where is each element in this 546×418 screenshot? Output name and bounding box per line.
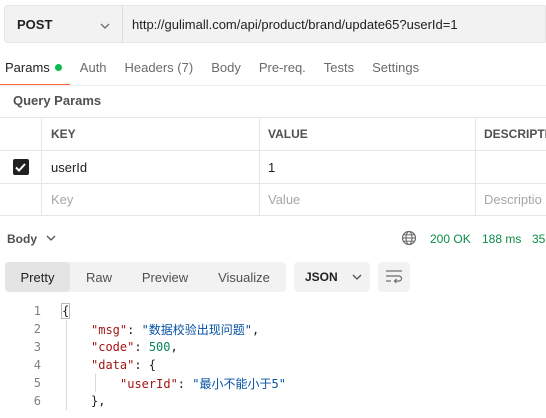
status-code[interactable]: 200 OK [430, 232, 471, 246]
column-header-description: DESCRIPTI [484, 127, 546, 141]
code-text: "msg": "数据校验出现问题", [91, 321, 259, 338]
code-token: "msg" [91, 322, 128, 337]
new-value-input[interactable]: Value [260, 184, 476, 215]
request-bar: POST http://gulimall.com/api/product/bra… [4, 5, 546, 43]
query-params-title: Query Params [13, 93, 102, 108]
query-params-table: KEY VALUE DESCRIPTI userId 1 Key Value D… [0, 117, 546, 216]
code-line: 2 "msg": "数据校验出现问题", [0, 320, 546, 338]
indent-guide [66, 320, 67, 410]
code-token: , [252, 322, 260, 337]
view-raw-button[interactable]: Raw [70, 262, 128, 292]
param-value-text: 1 [268, 159, 276, 175]
column-header-key: KEY [42, 118, 260, 150]
code-token: "userId" [120, 376, 178, 391]
tab-params[interactable]: Params [0, 52, 70, 86]
code-text: }, [91, 394, 105, 408]
column-header-value: VALUE [260, 118, 476, 150]
table-header-row: KEY VALUE DESCRIPTI [0, 117, 546, 150]
code-text: "userId": "最小不能小于5" [120, 375, 286, 392]
tab-tests[interactable]: Tests [318, 52, 360, 86]
param-key-field[interactable]: userId [42, 151, 260, 183]
param-description-field[interactable] [476, 151, 546, 183]
code-line: 3 "code": 500, [0, 338, 546, 356]
response-time[interactable]: 188 ms [482, 232, 521, 246]
url-input[interactable]: http://gulimall.com/api/product/brand/up… [122, 5, 546, 43]
chevron-down-icon [352, 271, 362, 283]
tab-body[interactable]: Body [205, 52, 247, 86]
tab-settings[interactable]: Settings [366, 52, 425, 86]
table-row: userId 1 [0, 150, 546, 183]
method-label: POST [17, 16, 53, 32]
view-preview-button[interactable]: Preview [128, 262, 202, 292]
method-select[interactable]: POST [4, 5, 122, 43]
code-text: { [60, 303, 71, 319]
view-visualize-button[interactable]: Visualize [202, 262, 286, 292]
code-token: }, [91, 394, 106, 408]
code-token: : { [134, 358, 157, 372]
response-code-viewer[interactable]: 1{2 "msg": "数据校验出现问题", 3 "code": 500, 4 "data… [0, 302, 546, 410]
globe-icon[interactable] [401, 230, 417, 249]
line-number: 2 [33, 322, 41, 336]
code-text: "code": 500, [91, 340, 178, 354]
request-tabs: Params Auth Headers (7) Body Pre-req. Te… [0, 52, 431, 86]
indent-guide [95, 374, 96, 392]
tab-pre-request[interactable]: Pre-req. [253, 52, 312, 86]
param-value-field[interactable]: 1 [260, 151, 476, 183]
tab-auth-label: Auth [79, 60, 107, 75]
code-token: "data" [91, 358, 135, 372]
param-key-text: userId [51, 159, 88, 175]
table-row-empty: Key Value Descriptio [0, 183, 546, 216]
tab-auth[interactable]: Auth [74, 52, 113, 86]
checkbox-checked-icon[interactable] [12, 159, 29, 175]
wrap-lines-button[interactable] [378, 262, 410, 292]
tab-headers-label: Headers (7) [124, 60, 194, 75]
line-number: 5 [33, 376, 41, 390]
tab-tests-label: Tests [323, 60, 355, 75]
line-number: 4 [33, 358, 41, 372]
url-text: http://gulimall.com/api/product/brand/up… [132, 16, 458, 32]
response-bar: Body 200 OK 188 ms 35 [0, 226, 546, 252]
tab-pre-request-label: Pre-req. [258, 60, 306, 75]
new-description-input[interactable]: Descriptio [476, 184, 546, 215]
header-checkbox-cell [0, 118, 42, 150]
tab-params-label: Params [5, 60, 50, 75]
line-number: 3 [33, 340, 41, 354]
new-key-input[interactable]: Key [42, 184, 260, 215]
format-label: JSON [305, 270, 338, 284]
code-token: : [134, 340, 149, 354]
tab-settings-label: Settings [372, 60, 420, 75]
code-text: "data": { [91, 358, 156, 372]
line-number: 1 [33, 304, 41, 318]
empty-checkbox-cell [0, 184, 42, 215]
format-select[interactable]: JSON [294, 262, 370, 292]
code-token: "code" [91, 340, 135, 354]
code-token: : [177, 376, 193, 391]
code-line: 5 "userId": "最小不能小于5" [0, 374, 546, 392]
code-token: : [127, 322, 142, 337]
code-token: 500 [148, 340, 171, 354]
wrap-lines-icon [385, 269, 403, 286]
view-pretty-button[interactable]: Pretty [5, 262, 70, 292]
tab-headers[interactable]: Headers (7) [119, 52, 200, 86]
code-line: 4 "data": { [0, 356, 546, 374]
code-line: 1{ [0, 302, 546, 320]
tabs-divider [0, 85, 546, 86]
code-token: { [60, 303, 71, 319]
response-body-label[interactable]: Body [7, 232, 37, 246]
view-mode-group: Pretty Raw Preview Visualize [5, 262, 286, 292]
chevron-down-icon[interactable] [46, 232, 56, 244]
code-token: "最小不能小于5" [192, 376, 286, 391]
line-number: 6 [33, 394, 41, 408]
response-size[interactable]: 35 [532, 232, 545, 246]
code-line: 6}, [0, 392, 546, 410]
active-indicator-dot [54, 64, 62, 71]
chevron-down-icon [100, 17, 110, 32]
tab-body-label: Body [211, 60, 241, 75]
code-token: "数据校验出现问题" [141, 322, 253, 337]
row-checkbox-cell [0, 151, 42, 183]
code-token: , [170, 340, 178, 354]
